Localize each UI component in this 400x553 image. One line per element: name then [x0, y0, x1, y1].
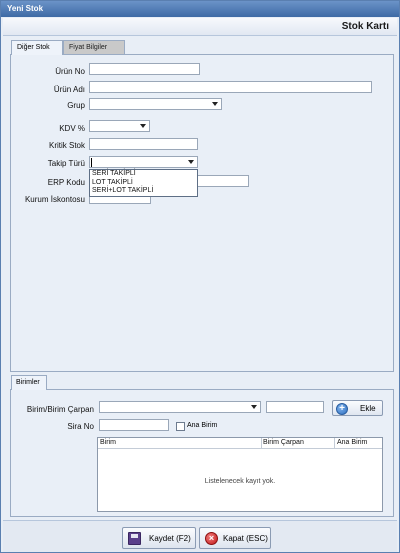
birim-carpan-label: Birim/Birim Çarpan: [26, 405, 94, 414]
grid-header: Birim Birim Çarpan Ana Birim: [98, 438, 382, 449]
column-divider: [334, 438, 335, 448]
add-button-label: Ekle: [360, 404, 376, 413]
grup-select[interactable]: [89, 98, 222, 110]
floppy-disk-icon: [128, 532, 141, 545]
plus-circle-icon: +: [336, 403, 348, 415]
column-header-ana-birim[interactable]: Ana Birim: [337, 439, 367, 446]
tab-diger-stok[interactable]: Diğer Stok: [11, 40, 63, 55]
chevron-down-icon: [251, 405, 257, 409]
text-caret: [91, 158, 92, 167]
add-unit-button[interactable]: + Ekle: [332, 400, 383, 416]
urun-no-label: Ürün No: [55, 67, 85, 76]
header-bar: Stok Kartı: [3, 18, 397, 36]
kritik-stok-input[interactable]: [89, 138, 198, 150]
close-circle-icon: ×: [205, 532, 218, 545]
close-button[interactable]: × Kapat (ESC): [199, 527, 271, 549]
birim-select[interactable]: [99, 401, 261, 413]
kurum-iskontosu-label: Kurum İskontosu: [24, 195, 85, 204]
window-title: Yeni Stok: [1, 1, 399, 17]
kdv-select[interactable]: [89, 120, 150, 132]
urun-no-input[interactable]: [89, 63, 200, 75]
takip-turu-select[interactable]: [89, 156, 198, 168]
takip-turu-label: Takip Türü: [47, 159, 85, 168]
tab-birimler[interactable]: Birimler: [11, 375, 47, 390]
close-button-label: Kapat (ESC): [223, 534, 268, 543]
column-divider: [261, 438, 262, 448]
column-header-birim-carpan[interactable]: Birim Çarpan: [263, 439, 304, 446]
footer-bar: Kaydet (F2) × Kapat (ESC): [3, 520, 397, 552]
stock-card-window: Yeni Stok Stok Kartı Diğer Stok Fiyat Bi…: [0, 0, 400, 553]
units-grid: Birim Birim Çarpan Ana Birim Listelenece…: [97, 437, 383, 512]
dropdown-option-seri[interactable]: SERİ TAKİPLİ: [90, 170, 197, 179]
urun-adi-input[interactable]: [89, 81, 372, 93]
chevron-down-icon: [140, 124, 146, 128]
dropdown-option-lot[interactable]: LOT TAKİPLİ: [90, 179, 197, 188]
kritik-stok-label: Kritik Stok: [48, 141, 85, 150]
erp-kodu-label: ERP Kodu: [47, 178, 85, 187]
tab-fiyat-bilgiler[interactable]: Fiyat Bilgiler: [63, 40, 125, 54]
chevron-down-icon: [212, 102, 218, 106]
urun-adi-label: Ürün Adı: [53, 85, 85, 94]
column-header-birim[interactable]: Birim: [100, 439, 116, 446]
birim-carpan-input[interactable]: [266, 401, 324, 413]
ana-birim-label: Ana Birim: [187, 422, 218, 429]
sira-no-label: Sira No: [67, 422, 94, 431]
empty-list-message: Listelenecek kayıt yok.: [204, 478, 276, 485]
ana-birim-checkbox[interactable]: [176, 422, 185, 431]
grup-label: Grup: [67, 101, 85, 110]
dropdown-option-seri-lot[interactable]: SERİ+LOT TAKİPLİ: [90, 187, 197, 196]
kdv-label: KDV %: [59, 124, 85, 133]
chevron-down-icon: [188, 160, 194, 164]
save-button-label: Kaydet (F2): [149, 534, 191, 543]
takip-turu-dropdown: SERİ TAKİPLİ LOT TAKİPLİ SERİ+LOT TAKİPL…: [89, 169, 198, 197]
page-title: Stok Kartı: [341, 21, 389, 32]
save-button[interactable]: Kaydet (F2): [122, 527, 196, 549]
sira-no-input[interactable]: [99, 419, 169, 431]
